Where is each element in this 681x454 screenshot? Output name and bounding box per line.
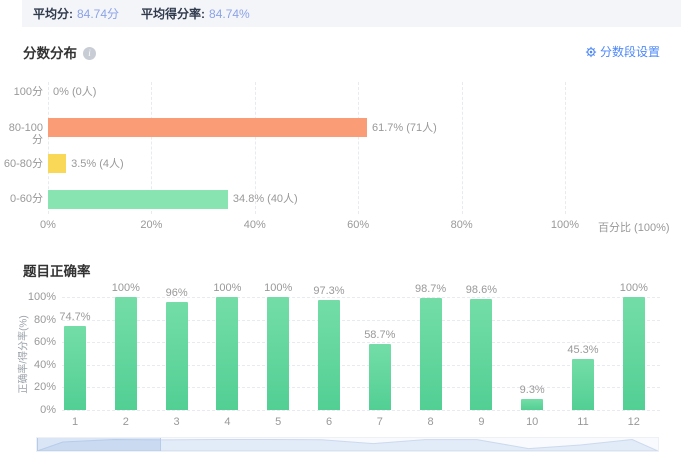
score-range-bar [48, 190, 228, 209]
bar-value-label: 98.6% [451, 284, 511, 296]
bar-value-label: 3.5% (4人) [71, 158, 124, 170]
question-bar [521, 399, 543, 410]
x-axis-category-label: 6 [309, 416, 349, 428]
question-accuracy-title: 题目正确率 [23, 260, 91, 280]
question-bar [572, 359, 594, 410]
datazoom-slider[interactable] [36, 437, 659, 452]
avg-score-label: 平均分: [33, 5, 73, 22]
question-accuracy-chart: 0%20%40%60%80%100%正确率/得分率(%)74.7%1100%29… [0, 285, 681, 431]
exam-analytics-page: 平均分: 84.74分 平均得分率: 84.74% 分数分布 i 分数段设置 0%… [0, 0, 681, 454]
gridline [62, 387, 660, 388]
question-bar [420, 298, 442, 410]
bar-value-label: 100% [604, 282, 664, 294]
x-axis-category-label: 3 [157, 416, 197, 428]
avg-rate-label: 平均得分率: [141, 5, 205, 22]
category-label: 100分 [0, 86, 43, 98]
question-bar [64, 326, 86, 410]
bar-value-label: 0% (0人) [53, 86, 96, 98]
x-axis-tick-label: 80% [442, 219, 482, 231]
x-axis-tick-label: 60% [338, 219, 378, 231]
x-axis-category-label: 2 [106, 416, 146, 428]
settings-link-label: 分数段设置 [600, 43, 660, 60]
avg-rate-value: 84.74% [209, 7, 250, 21]
y-axis-tick-label: 100% [8, 291, 56, 303]
score-range-bar [48, 118, 367, 137]
question-bar [369, 344, 391, 410]
x-axis-category-label: 8 [411, 416, 451, 428]
question-bar [623, 297, 645, 410]
y-axis-tick-label: 0% [8, 404, 56, 416]
score-distribution-chart: 0% 20% 40% 60% 80% 100% 百分比 (100%) 100分 0% (0人) 8… [0, 78, 681, 238]
datazoom-selected-window[interactable] [37, 438, 161, 451]
x-axis-tick-label: 40% [235, 219, 275, 231]
x-axis-name: 百分比 (100%) [598, 219, 670, 235]
x-axis-category-label: 9 [461, 416, 501, 428]
question-bar [166, 302, 188, 410]
question-bar [470, 299, 492, 410]
x-axis-category-label: 1 [55, 416, 95, 428]
question-bar [115, 297, 137, 410]
question-bar [216, 297, 238, 410]
x-axis-category-label: 10 [512, 416, 552, 428]
score-distribution-header: 分数分布 i 分数段设置 [23, 42, 660, 60]
gear-icon [585, 46, 597, 58]
question-bar [318, 300, 340, 410]
category-label: 60-80分 [0, 158, 43, 170]
score-range-bar [48, 154, 66, 173]
summary-bar: 平均分: 84.74分 平均得分率: 84.74% [22, 0, 681, 27]
category-label: 0-60分 [0, 193, 43, 205]
gridline [462, 82, 463, 214]
bar-value-label: 58.7% [350, 329, 410, 341]
gridline [62, 320, 660, 321]
x-axis-category-label: 12 [614, 416, 654, 428]
gridline [62, 410, 660, 411]
x-axis-category-label: 7 [360, 416, 400, 428]
bar-value-label: 74.7% [45, 311, 105, 323]
score-distribution-title: 分数分布 [23, 46, 77, 61]
x-axis-category-label: 5 [258, 416, 298, 428]
bar-value-label: 97.3% [299, 285, 359, 297]
bar-value-label: 9.3% [502, 384, 562, 396]
x-axis-category-label: 11 [563, 416, 603, 428]
score-range-settings-link[interactable]: 分数段设置 [585, 43, 660, 60]
info-icon[interactable]: i [83, 47, 96, 60]
bar-value-label: 45.3% [553, 344, 613, 356]
x-axis-category-label: 4 [207, 416, 247, 428]
x-axis-tick-label: 20% [131, 219, 171, 231]
category-label: 80-100分 [0, 122, 43, 146]
gridline [358, 82, 359, 214]
gridline [62, 365, 660, 366]
gridline [565, 82, 566, 214]
y-axis-name: 正确率/得分率(%) [15, 305, 30, 405]
question-bar [267, 297, 289, 410]
bar-value-label: 34.8% (40人) [233, 193, 298, 205]
x-axis-tick-label: 100% [545, 219, 585, 231]
avg-score-value: 84.74分 [77, 5, 119, 22]
bar-value-label: 61.7% (71人) [372, 122, 437, 134]
x-axis-tick-label: 0% [28, 219, 68, 231]
